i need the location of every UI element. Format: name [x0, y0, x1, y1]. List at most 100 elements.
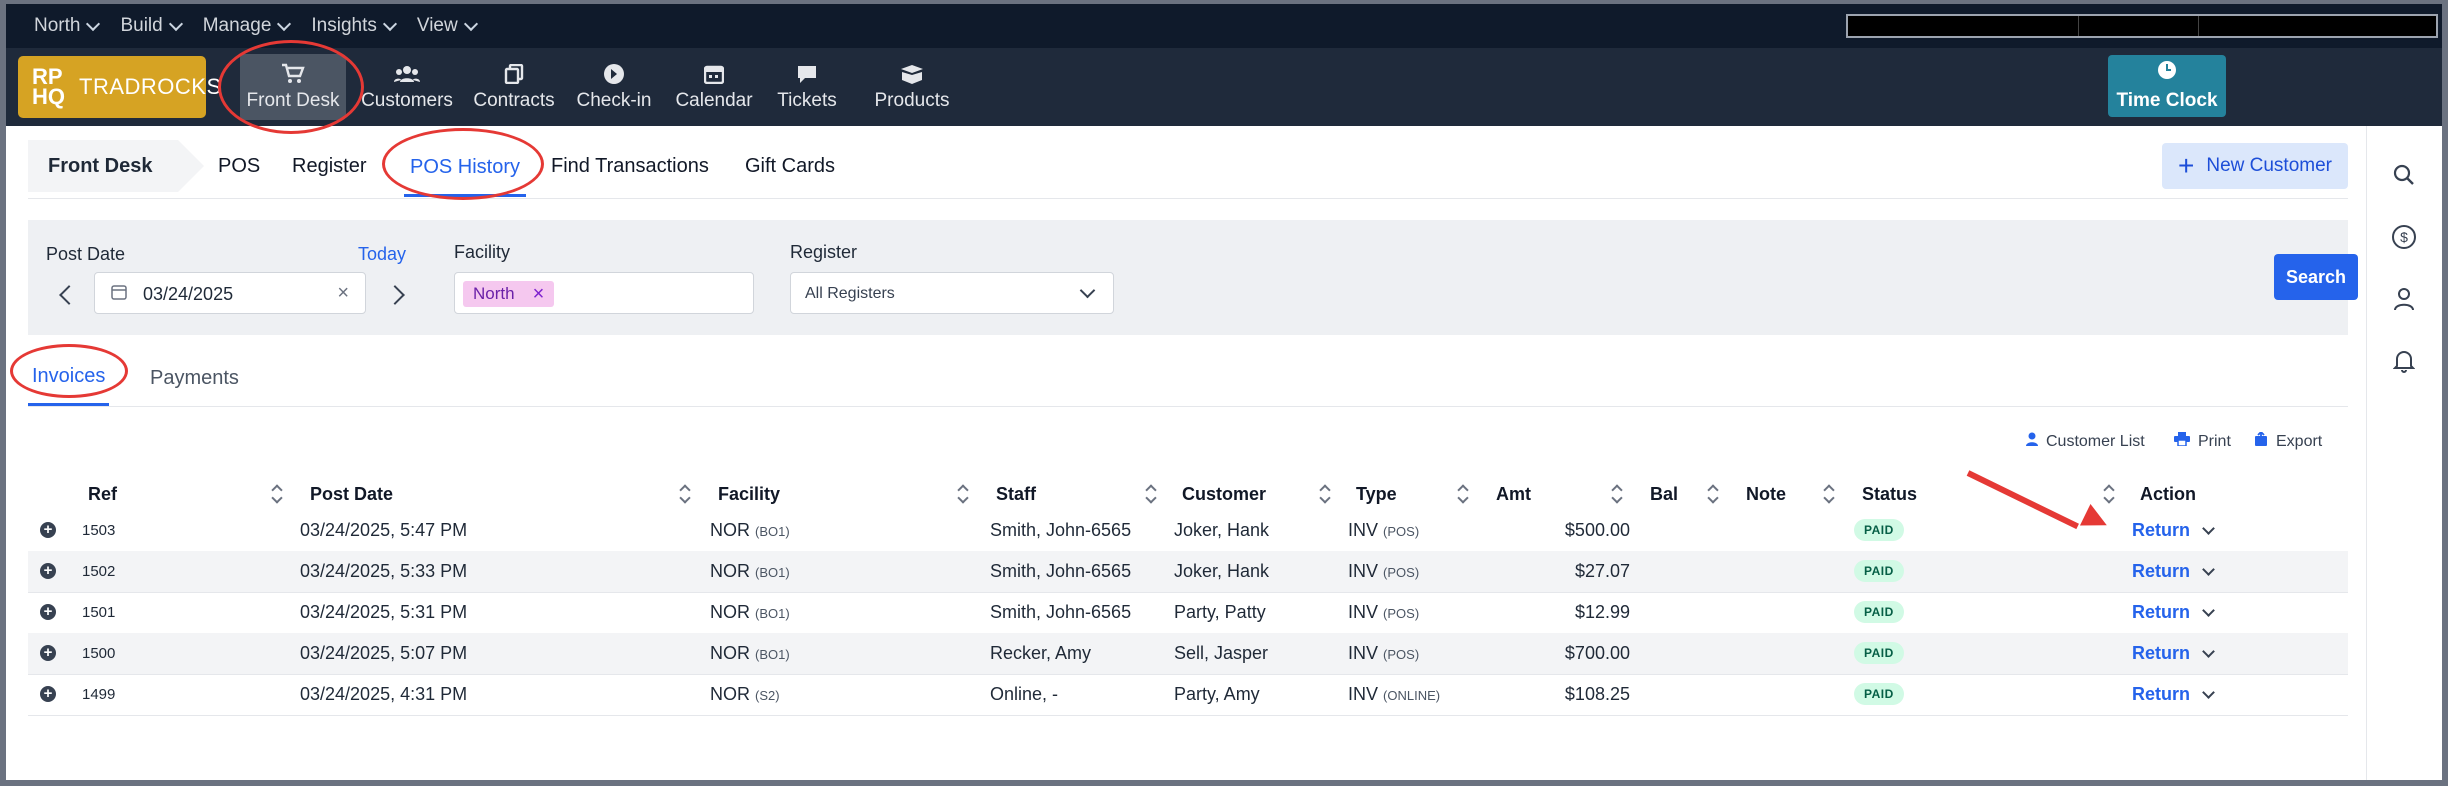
- expand-row-icon[interactable]: +: [40, 604, 56, 620]
- col-staff[interactable]: Staff: [996, 484, 1036, 505]
- sort-icon[interactable]: [2104, 482, 2114, 504]
- post-date-cell: 03/24/2025, 5:47 PM: [300, 520, 468, 540]
- printer-icon: [2174, 432, 2190, 451]
- arrow-circle-icon: [603, 62, 625, 86]
- staff-cell: Smith, John-6565: [990, 520, 1132, 540]
- col-type[interactable]: Type: [1356, 484, 1397, 505]
- today-link[interactable]: Today: [358, 244, 406, 265]
- facility-cell: NOR (S2): [710, 684, 780, 704]
- new-customer-button[interactable]: + New Customer: [2162, 143, 2348, 189]
- calendar-icon: [704, 62, 724, 86]
- calendar-icon: [111, 285, 127, 300]
- user-icon[interactable]: [2389, 284, 2419, 314]
- chevron-down-icon: [168, 16, 183, 31]
- sort-icon[interactable]: [1824, 482, 1834, 504]
- facility-select[interactable]: North ×: [454, 272, 754, 314]
- sort-icon[interactable]: [1612, 482, 1622, 504]
- chevron-right-icon[interactable]: [385, 285, 405, 305]
- table-row: + 1501 03/24/2025, 5:31 PM NOR (BO1) Smi…: [28, 592, 2348, 634]
- sort-icon[interactable]: [680, 482, 690, 504]
- col-amt[interactable]: Amt: [1496, 484, 1531, 505]
- bell-icon[interactable]: [2389, 346, 2419, 376]
- svg-text:$: $: [2400, 229, 2408, 245]
- global-search-bar[interactable]: [1846, 14, 2438, 38]
- status-badge: PAID: [1854, 601, 1904, 623]
- contracts-icon: [504, 62, 524, 86]
- expand-row-icon[interactable]: +: [40, 645, 56, 661]
- export-button[interactable]: Export: [2254, 430, 2322, 451]
- dollar-icon[interactable]: $: [2389, 222, 2419, 252]
- post-date-input[interactable]: 03/24/2025 ×: [94, 272, 366, 314]
- tab-pos[interactable]: POS: [218, 140, 260, 192]
- table-header: Ref Post Date Facility Staff Customer Ty…: [28, 478, 2348, 512]
- col-status[interactable]: Status: [1862, 484, 1917, 505]
- print-button[interactable]: Print: [2174, 432, 2231, 451]
- return-button[interactable]: Return: [2132, 602, 2215, 623]
- col-customer[interactable]: Customer: [1182, 484, 1266, 505]
- expand-row-icon[interactable]: +: [40, 522, 56, 538]
- brand-name: TRADROCKS: [79, 74, 222, 99]
- col-note[interactable]: Note: [1746, 484, 1786, 505]
- facility-cell: NOR (BO1): [710, 561, 790, 581]
- tab-register[interactable]: Register: [292, 140, 366, 192]
- menu-manage[interactable]: Manage: [203, 15, 292, 37]
- menu-build[interactable]: Build: [120, 15, 183, 37]
- users-icon: [394, 62, 420, 86]
- tab-gift-cards[interactable]: Gift Cards: [745, 140, 835, 192]
- tab-payments[interactable]: Payments: [150, 350, 239, 406]
- register-label: Register: [790, 242, 858, 262]
- col-bal[interactable]: Bal: [1650, 484, 1678, 505]
- user-icon: [2026, 432, 2038, 451]
- tab-find-transactions[interactable]: Find Transactions: [551, 140, 709, 192]
- annotation-circle-pos-history: [382, 128, 544, 200]
- chevron-down-icon: [2202, 644, 2215, 658]
- search-icon[interactable]: [2389, 160, 2419, 190]
- sort-icon[interactable]: [958, 482, 968, 504]
- chevron-down-icon: [277, 16, 292, 31]
- col-ref[interactable]: Ref: [88, 484, 117, 505]
- brand-logo[interactable]: RP HQ TRADROCKS: [18, 56, 221, 118]
- ref-cell: 1500: [82, 645, 116, 662]
- return-button[interactable]: Return: [2132, 684, 2215, 705]
- menu-insights[interactable]: Insights: [311, 15, 397, 37]
- return-button[interactable]: Return: [2132, 520, 2215, 541]
- sort-icon[interactable]: [1320, 482, 1330, 504]
- chevron-left-icon[interactable]: [59, 285, 79, 305]
- menu-north[interactable]: North: [34, 15, 101, 37]
- invoice-tab-bar: Invoices Payments: [28, 350, 2348, 407]
- facility-tag: North ×: [463, 281, 555, 307]
- time-clock-button[interactable]: Time Clock: [2108, 55, 2226, 117]
- staff-cell: Recker, Amy: [990, 643, 1092, 663]
- expand-row-icon[interactable]: +: [40, 563, 56, 579]
- sort-icon[interactable]: [1458, 482, 1468, 504]
- sort-icon[interactable]: [1146, 482, 1156, 504]
- nav-products[interactable]: Products: [862, 54, 962, 120]
- nav-check-in[interactable]: Check-in: [566, 54, 662, 120]
- remove-tag-icon[interactable]: ×: [533, 283, 545, 306]
- nav-tickets[interactable]: Tickets: [766, 54, 848, 120]
- nav-contracts[interactable]: Contracts: [468, 54, 560, 120]
- top-menu-bar: North Build Manage Insights View: [6, 4, 2442, 48]
- expand-row-icon[interactable]: +: [40, 686, 56, 702]
- nav-calendar[interactable]: Calendar: [668, 54, 760, 120]
- amount-cell: $12.99: [1574, 602, 1630, 622]
- return-button[interactable]: Return: [2132, 643, 2215, 664]
- clear-icon[interactable]: ×: [337, 282, 349, 305]
- products-icon: [899, 62, 925, 86]
- staff-cell: Smith, John-6565: [990, 561, 1132, 581]
- ref-cell: 1499: [82, 686, 116, 703]
- sort-icon[interactable]: [1708, 482, 1718, 504]
- chat-icon: [796, 62, 818, 86]
- ref-cell: 1501: [82, 604, 116, 621]
- col-facility[interactable]: Facility: [718, 484, 780, 505]
- chevron-down-icon: [2202, 521, 2215, 535]
- sort-icon[interactable]: [272, 482, 282, 504]
- return-button[interactable]: Return: [2132, 561, 2215, 582]
- menu-view[interactable]: View: [417, 15, 478, 37]
- col-post-date[interactable]: Post Date: [310, 484, 393, 505]
- customer-list-button[interactable]: Customer List: [2026, 432, 2145, 451]
- sub-tab-bar: Front Desk POS Register POS History Find…: [28, 140, 2348, 199]
- nav-customers[interactable]: Customers: [352, 54, 462, 120]
- search-button[interactable]: Search: [2274, 254, 2358, 300]
- register-select[interactable]: All Registers: [790, 272, 1114, 314]
